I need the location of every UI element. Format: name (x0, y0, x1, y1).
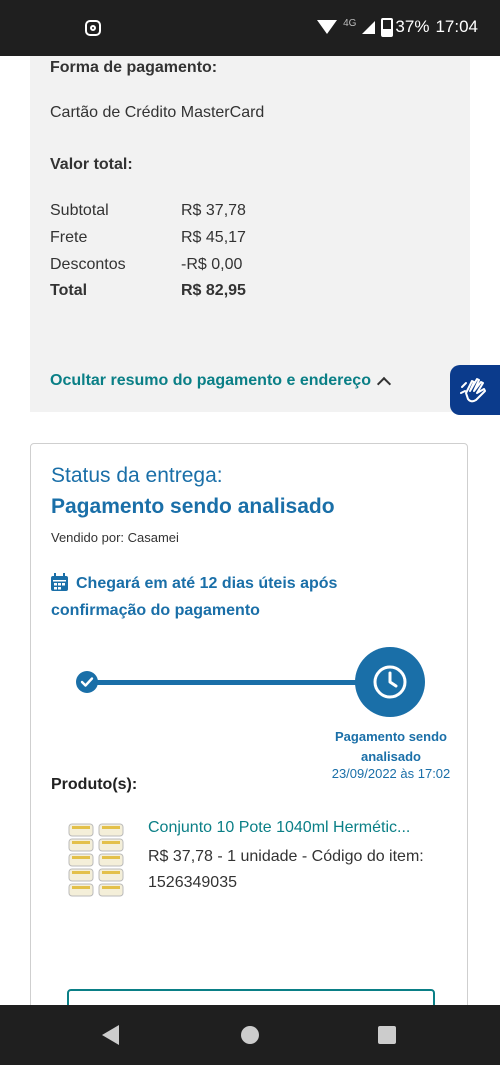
hide-summary-link[interactable]: Ocultar resumo do pagamento e endereço (50, 372, 392, 391)
delivery-eta-text: Chegará em até 12 dias úteis após confir… (51, 575, 338, 619)
timeline-step-done (76, 671, 98, 693)
recent-apps-icon[interactable] (378, 1026, 396, 1044)
timeline-track (86, 680, 371, 685)
seller-text: Vendido por: Casamei (51, 530, 179, 545)
row-value: -R$ 0,00 (181, 256, 243, 273)
row-value: R$ 45,17 (181, 229, 246, 246)
check-icon (80, 677, 94, 687)
delivery-status-value: Pagamento sendo analisado (51, 495, 335, 518)
calendar-icon (51, 573, 68, 591)
signal-icon (362, 20, 376, 34)
delivery-eta: Chegará em até 12 dias úteis após confir… (51, 570, 381, 624)
row-label: Descontos (50, 256, 126, 273)
row-value: R$ 82,95 (181, 282, 246, 299)
back-icon[interactable] (102, 1025, 119, 1045)
payment-summary: Forma de pagamento: Cartão de Crédito Ma… (30, 56, 470, 412)
row-label: Total (50, 282, 88, 299)
payment-method-value: Cartão de Crédito MasterCard (50, 104, 265, 121)
row-value: R$ 37,78 (181, 202, 246, 219)
timeline-step-current (355, 647, 425, 717)
delivery-status-card: Status da entrega: Pagamento sendo anali… (30, 443, 468, 1043)
home-icon[interactable] (241, 1026, 259, 1044)
delivery-status-label: Status da entrega: (51, 464, 223, 487)
wifi-icon (317, 20, 338, 34)
clock-icon (373, 665, 407, 699)
row-label: Frete (50, 229, 88, 246)
sign-language-icon (460, 378, 486, 403)
total-value-label: Valor total: (50, 156, 133, 173)
products-label: Produto(s): (51, 776, 138, 793)
product-description: R$ 37,78 - 1 unidade - Código do item: 1… (148, 848, 424, 891)
instagram-icon (85, 20, 101, 36)
timeline-step-label: Pagamento sendo analisado (335, 729, 447, 764)
timeline-step-date: 23/09/2022 às 17:02 (331, 766, 451, 781)
clock: 17:04 (435, 17, 478, 36)
sign-language-button[interactable] (450, 365, 500, 415)
network-type: 4G (343, 17, 357, 29)
product-image (68, 823, 124, 897)
status-bar: 4G 37% 17:04 (0, 0, 500, 56)
battery-percent: 37% (395, 17, 430, 36)
product-name-link[interactable]: Conjunto 10 Pote 1040ml Hermétic... (148, 819, 448, 837)
hide-summary-label: Ocultar resumo do pagamento e endereço (50, 372, 371, 389)
battery-icon (381, 17, 394, 37)
chevron-up-icon (376, 376, 392, 391)
payment-method-label: Forma de pagamento: (50, 59, 218, 76)
row-label: Subtotal (50, 202, 109, 219)
